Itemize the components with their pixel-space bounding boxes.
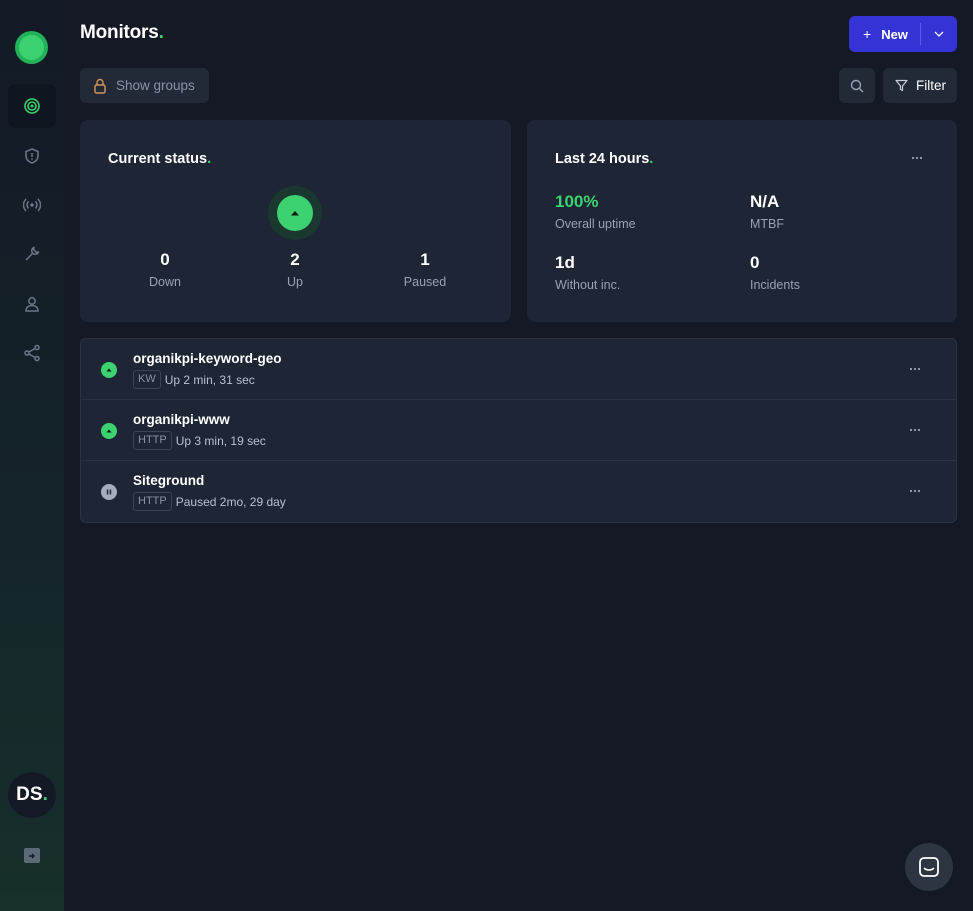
- chat-widget-button[interactable]: [905, 843, 953, 891]
- share-icon: [24, 344, 40, 362]
- more-icon: [909, 428, 921, 432]
- monitor-meta: HTTP Up 3 min, 19 sec: [133, 431, 266, 450]
- wrench-icon: [25, 246, 40, 261]
- status-up-icon: [101, 362, 117, 378]
- user-icon: [25, 297, 39, 312]
- collapse-sidebar-button[interactable]: [24, 848, 40, 863]
- status-paused-icon: [101, 484, 117, 500]
- chevron-down-icon: [934, 31, 944, 37]
- more-icon: [909, 489, 921, 493]
- sidebar-item-integrations[interactable]: [8, 331, 56, 375]
- monitor-name: Siteground: [133, 473, 205, 488]
- search-icon: [850, 79, 864, 92]
- page-title: Monitors.: [80, 22, 164, 43]
- monitor-name: organikpi-keyword-geo: [133, 351, 282, 366]
- shield-icon: [25, 148, 39, 164]
- new-monitor-button-group: + New: [849, 16, 957, 52]
- more-icon: [909, 367, 921, 371]
- main-content: Monitors. + New Show groups Filter Curre…: [64, 0, 973, 911]
- chat-icon: [919, 857, 939, 877]
- monitor-row[interactable]: Siteground HTTP Paused 2mo, 29 day: [81, 461, 956, 522]
- monitor-menu-button[interactable]: [907, 483, 923, 499]
- monitors-icon: [24, 98, 40, 114]
- monitor-status-text: Up 2 min, 31 sec: [164, 372, 255, 387]
- stat-up: 2 Up: [245, 250, 345, 289]
- stat-up-value: 2: [290, 250, 300, 269]
- monitor-status-text: Up 3 min, 19 sec: [175, 433, 266, 448]
- filter-label: Filter: [916, 78, 946, 93]
- last-24-hours-card: Last 24 hours. 100% Overall uptime N/A M…: [527, 120, 957, 322]
- monitor-name: organikpi-www: [133, 412, 230, 427]
- monitor-row[interactable]: organikpi-keyword-geo KW Up 2 min, 31 se…: [81, 339, 956, 400]
- new-dropdown-button[interactable]: [921, 16, 957, 52]
- sidebar-item-status-pages[interactable]: [8, 183, 56, 227]
- monitor-type-badge: HTTP: [133, 492, 172, 511]
- more-icon: [911, 156, 923, 160]
- stat-down-value: 0: [160, 250, 170, 269]
- search-button[interactable]: [839, 68, 875, 103]
- avatar[interactable]: DS.: [8, 772, 56, 818]
- metric-without-incidents: 1d Without inc.: [555, 253, 620, 292]
- broadcast-icon: [23, 198, 41, 212]
- stat-paused: 1 Paused: [375, 250, 475, 289]
- last-24-hours-title: Last 24 hours.: [555, 151, 654, 167]
- monitor-list: organikpi-keyword-geo KW Up 2 min, 31 se…: [80, 338, 957, 523]
- monitor-type-badge: KW: [133, 370, 161, 389]
- monitor-menu-button[interactable]: [907, 422, 923, 438]
- new-monitor-button[interactable]: + New: [849, 16, 920, 52]
- stat-down-label: Down: [149, 275, 181, 289]
- sidebar: DS.: [0, 0, 64, 911]
- metric-uptime-label: Overall uptime: [555, 217, 636, 231]
- show-groups-button[interactable]: Show groups: [80, 68, 209, 103]
- metric-mtbf: N/A MTBF: [750, 192, 784, 231]
- sidebar-item-monitors[interactable]: [8, 84, 56, 128]
- stat-paused-label: Paused: [403, 275, 447, 289]
- arrow-right-icon: [29, 853, 35, 858]
- monitor-menu-button[interactable]: [907, 361, 923, 377]
- metric-mtbf-value: N/A: [750, 192, 780, 211]
- show-groups-label: Show groups: [116, 78, 195, 93]
- metric-incidents-value: 0: [750, 253, 760, 272]
- new-button-label: New: [881, 26, 908, 42]
- stat-paused-value: 1: [420, 250, 430, 269]
- lock-icon: [94, 78, 106, 94]
- app-logo[interactable]: [15, 31, 48, 64]
- metric-mtbf-label: MTBF: [750, 217, 785, 231]
- arrow-up-icon: [291, 211, 299, 216]
- current-status-card: Current status. 0 Down 2 Up 1 Paused: [80, 120, 511, 322]
- metric-uptime: 100% Overall uptime: [555, 192, 636, 231]
- metric-uptime-value: 100%: [555, 192, 599, 211]
- current-status-title: Current status.: [108, 151, 212, 167]
- monitor-meta: KW Up 2 min, 31 sec: [133, 370, 255, 389]
- sidebar-item-incidents[interactable]: [8, 134, 56, 178]
- stat-down: 0 Down: [115, 250, 215, 289]
- monitor-type-badge: HTTP: [133, 431, 172, 450]
- stat-up-label: Up: [287, 275, 303, 289]
- sidebar-item-team[interactable]: [8, 282, 56, 326]
- plus-icon: +: [863, 26, 872, 42]
- overall-status-indicator: [268, 186, 322, 240]
- sidebar-item-maintenance[interactable]: [8, 232, 56, 276]
- monitor-meta: HTTP Paused 2mo, 29 day: [133, 492, 286, 511]
- metric-without-incidents-value: 1d: [555, 253, 575, 272]
- monitor-status-text: Paused 2mo, 29 day: [175, 494, 286, 509]
- metric-incidents: 0 Incidents: [750, 253, 800, 292]
- metric-incidents-label: Incidents: [750, 278, 801, 292]
- monitor-row[interactable]: organikpi-www HTTP Up 3 min, 19 sec: [81, 400, 956, 461]
- metric-without-incidents-label: Without inc.: [555, 278, 621, 292]
- filter-button[interactable]: Filter: [883, 68, 957, 103]
- last-24-hours-menu-button[interactable]: [909, 150, 925, 166]
- filter-icon: [895, 79, 908, 92]
- status-up-icon: [101, 423, 117, 439]
